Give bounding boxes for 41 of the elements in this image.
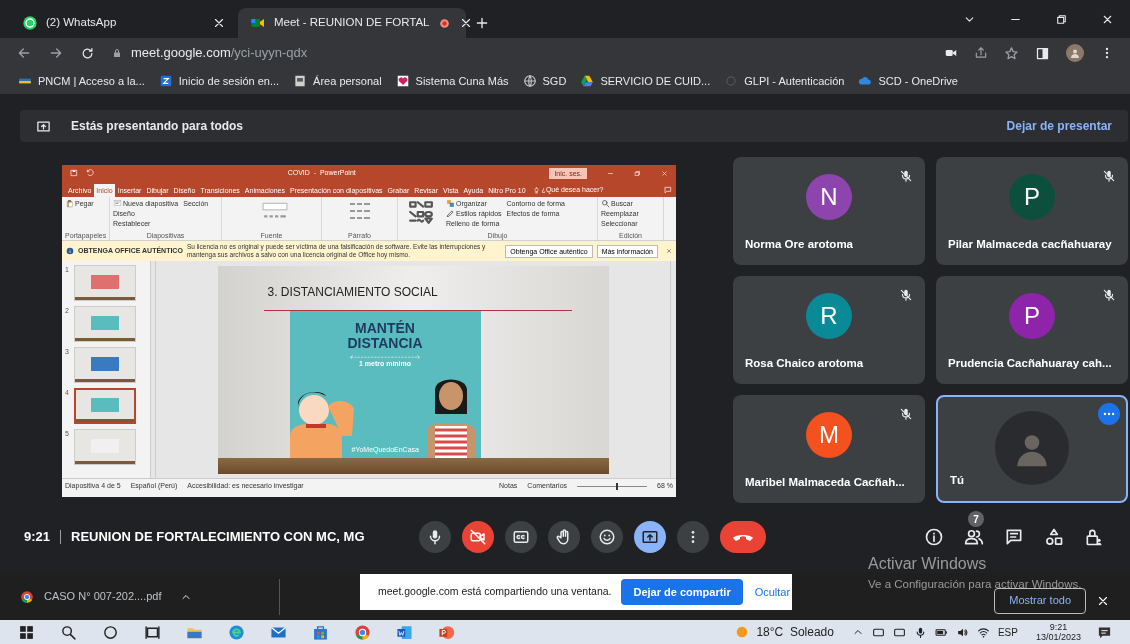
clock-date[interactable]: 13/01/2023 bbox=[1035, 632, 1081, 642]
bookmark-link[interactable]: Sistema Cuna Más bbox=[395, 71, 509, 91]
bookmark-link[interactable]: GLPI - Autenticación bbox=[724, 71, 845, 91]
participant-name: Maribel Malmaceda Cacñah... bbox=[745, 474, 905, 490]
address-field[interactable]: meet.google.com/yci-uyyn-qdx bbox=[131, 43, 308, 63]
download-item[interactable]: CASO N° 007-202....pdf bbox=[20, 578, 280, 615]
poster-title: MANTÉN DISTANCIA bbox=[346, 320, 424, 351]
avatar-initial: P bbox=[1009, 293, 1055, 339]
banner-text: Estás presentando para todos bbox=[71, 118, 245, 135]
bookmark-link[interactable]: SCD - OneDrive bbox=[858, 71, 958, 91]
browser-tab[interactable]: (2) WhatsApp bbox=[10, 8, 238, 38]
avatar-initial: P bbox=[1009, 174, 1055, 220]
meeting-title: REUNION DE FORTALECIMIENTO CON MC, MG bbox=[71, 528, 366, 547]
participant-name: Tú bbox=[950, 472, 965, 488]
show-all-button[interactable]: Mostrar todo bbox=[994, 587, 1086, 614]
avatar-initial: M bbox=[806, 412, 852, 458]
stop-sharing-button[interactable]: Dejar de compartir bbox=[621, 579, 743, 605]
bookmark-link[interactable]: SGD bbox=[522, 71, 567, 91]
tab-title: Meet - REUNION DE FORTAL bbox=[274, 15, 430, 31]
weather-text[interactable]: 18°C Soleado bbox=[756, 623, 834, 641]
bookmark-link[interactable]: Inicio de sesión en... bbox=[158, 71, 280, 91]
avatar-initial: N bbox=[806, 174, 852, 220]
participant-name: Rosa Chaico arotoma bbox=[745, 355, 864, 371]
avatar-initial: R bbox=[806, 293, 852, 339]
file-name: CASO N° 007-202....pdf bbox=[44, 589, 162, 605]
clock-time[interactable]: 9:21 bbox=[1049, 622, 1068, 632]
participant-name: Norma Ore arotoma bbox=[745, 236, 853, 252]
slide-title: 3. DISTANCIAMIENTO SOCIAL bbox=[267, 283, 438, 301]
bookmark-link[interactable]: SERVICIO DE CUID... bbox=[580, 71, 711, 91]
tab-title: (2) WhatsApp bbox=[46, 15, 118, 31]
participant-count-badge: 7 bbox=[968, 511, 984, 527]
participant-name: Pilar Malmaceda cacñahuaray bbox=[948, 236, 1112, 252]
language-indicator[interactable]: ESP bbox=[997, 624, 1018, 640]
hide-button[interactable]: Ocultar bbox=[750, 583, 795, 601]
meeting-time: 9:21 bbox=[24, 528, 51, 547]
sharing-message: meet.google.com está compartiendo una ventana. bbox=[378, 584, 612, 600]
activation-title: Activar Windows bbox=[868, 554, 988, 574]
participant-name: Prudencia Cacñahuaray cah... bbox=[948, 355, 1112, 371]
bookmark-link[interactable]: PNCM | Acceso a la... bbox=[18, 71, 145, 91]
bookmark-link[interactable]: Área personal bbox=[293, 71, 382, 91]
stop-presenting-link[interactable]: Dejar de presentar bbox=[1006, 117, 1112, 135]
